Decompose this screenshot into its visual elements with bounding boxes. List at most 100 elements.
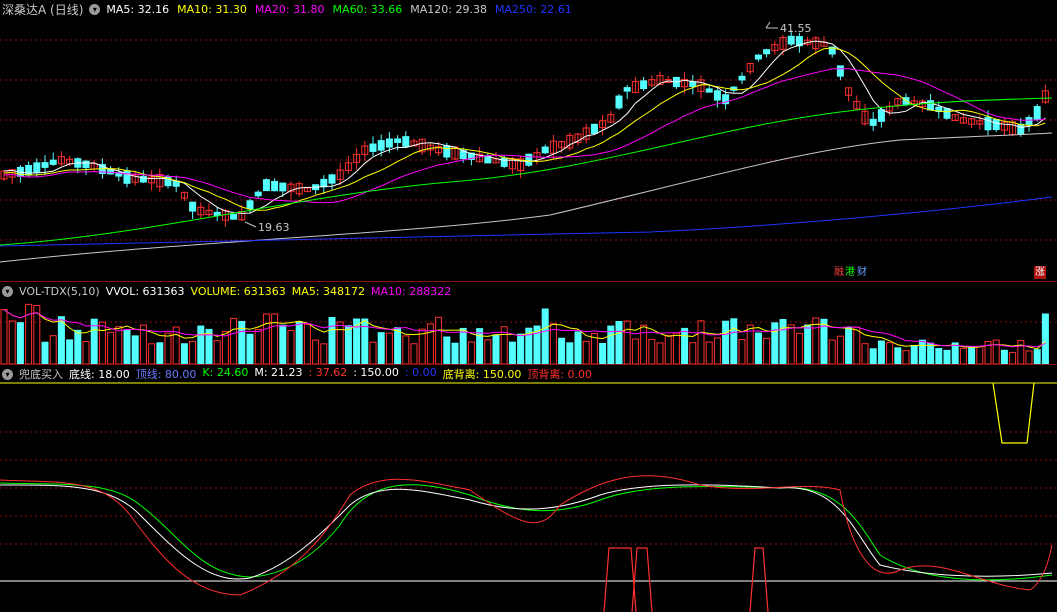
volume-label-0: VVOL: 631363 xyxy=(105,284,185,298)
volume-bar xyxy=(795,332,803,364)
volume-bar xyxy=(664,334,672,364)
candle-body xyxy=(394,138,402,143)
volume-bar xyxy=(1009,351,1017,364)
volume-header: ▾ VOL-TDX(5,10) VVOL: 631363 VOLUME: 6313… xyxy=(0,282,451,300)
volume-bar xyxy=(1041,313,1049,364)
candle-body xyxy=(328,174,336,184)
ma-label-1: MA10: 31.30 xyxy=(177,2,247,16)
low-marker-arrow xyxy=(244,221,257,228)
volume-bar xyxy=(492,334,500,364)
indicator-label-0: 底线: 18.00 xyxy=(69,368,130,381)
volume-bar xyxy=(992,339,1000,364)
volume-bar xyxy=(976,345,984,364)
volume-bar xyxy=(615,320,623,364)
volume-bar xyxy=(230,317,238,364)
indicator-label-8: 顶背离: 0.00 xyxy=(527,368,593,381)
volume-bar xyxy=(804,324,812,364)
volume-title: VOL-TDX(5,10) xyxy=(19,284,100,298)
candle-body xyxy=(246,200,254,210)
signal-spike xyxy=(749,547,769,612)
settings-circle-icon[interactable]: ▾ xyxy=(2,368,13,380)
ma-label-2: MA20: 31.80 xyxy=(254,2,325,16)
candle-body xyxy=(590,123,598,134)
candle-body xyxy=(738,75,746,81)
volume-bar xyxy=(189,340,197,364)
ma250-line xyxy=(0,196,1053,247)
volume-bar xyxy=(394,327,402,364)
candle-body xyxy=(320,178,328,188)
volume-bar xyxy=(681,327,689,364)
volume-bar xyxy=(435,316,443,364)
volume-bar xyxy=(123,329,131,364)
indicator-panel[interactable]: ▾ 兜底买入 底线: 18.00 顶线: 80.00 K: 24.60 M: 21.2… xyxy=(0,365,1057,612)
rise-badge[interactable]: 涨 xyxy=(1034,266,1046,279)
volume-bar xyxy=(66,339,74,364)
candle-body xyxy=(525,153,533,166)
volume-bar xyxy=(213,340,221,364)
volume-bar xyxy=(656,342,664,364)
hk-connect-badge[interactable]: 港 xyxy=(844,266,856,279)
volume-bar xyxy=(74,329,82,364)
m-line xyxy=(0,484,1053,580)
volume-bar xyxy=(771,322,779,364)
indicator-label-7: 底背离: 150.00 xyxy=(442,368,522,381)
candle-body xyxy=(754,54,762,60)
volume-bar xyxy=(582,340,590,364)
volume-bar xyxy=(279,324,287,364)
ma-label-5: MA250: 22.61 xyxy=(494,2,572,16)
candle-body xyxy=(869,118,877,126)
price-panel[interactable]: 41.55 19.63 深桑达A (日线) ▾ MA5: 32.16 MA10: 3… xyxy=(0,0,1057,280)
indicator-label-4: : 37.62 xyxy=(308,366,348,379)
candle-body xyxy=(271,180,279,192)
indicator-title: 兜底买入 xyxy=(19,368,63,381)
candle-body xyxy=(230,214,238,220)
volume-bar xyxy=(16,322,24,364)
volume-bar xyxy=(508,341,516,364)
candle-body xyxy=(82,160,90,169)
volume-bar xyxy=(1025,350,1033,364)
finance-badge[interactable]: 财 xyxy=(856,266,868,279)
ma-label-4: MA120: 29.38 xyxy=(410,2,487,16)
volume-bar xyxy=(828,339,836,364)
volume-bar xyxy=(164,332,172,364)
volume-bar xyxy=(287,330,295,364)
candle-body xyxy=(787,35,795,45)
candle-body xyxy=(927,100,935,111)
settings-circle-icon[interactable]: ▾ xyxy=(2,285,13,297)
volume-bar xyxy=(910,344,918,364)
indicator-header: ▾ 兜底买入 底线: 18.00 顶线: 80.00 K: 24.60 M: 21.2… xyxy=(0,365,592,383)
indicator-chart[interactable] xyxy=(0,365,1057,612)
candle-body xyxy=(615,95,623,109)
candle-body xyxy=(41,162,49,168)
volume-bar xyxy=(836,335,844,364)
volume-bar xyxy=(697,320,705,364)
volume-bar xyxy=(623,320,631,364)
volume-bar xyxy=(410,343,418,364)
signal-spike xyxy=(603,547,637,612)
volume-bar xyxy=(853,326,861,364)
volume-bar xyxy=(1033,349,1041,364)
candle-body xyxy=(377,140,385,151)
volume-bar xyxy=(49,335,57,364)
high-marker-label: 41.55 xyxy=(780,22,812,35)
volume-bar xyxy=(426,323,434,364)
candlestick-chart[interactable]: 41.55 19.63 xyxy=(0,0,1057,280)
volume-bar xyxy=(303,323,311,364)
candle-body xyxy=(623,87,631,92)
volume-panel[interactable]: ▾ VOL-TDX(5,10) VVOL: 631363 VOLUME: 6313… xyxy=(0,282,1057,364)
candle-body xyxy=(992,119,1000,131)
settings-circle-icon[interactable]: ▾ xyxy=(89,3,101,15)
ma-label-0: MA5: 32.16 xyxy=(106,2,170,16)
volume-bar xyxy=(705,341,713,364)
candle-body xyxy=(836,65,844,77)
candle-body xyxy=(123,170,131,184)
volume-bar xyxy=(369,341,377,364)
candle-body xyxy=(254,191,262,197)
volume-bar xyxy=(82,340,90,364)
volume-bar xyxy=(295,321,303,364)
volume-bar xyxy=(385,332,393,364)
volume-bar xyxy=(894,347,902,364)
volume-bar xyxy=(943,349,951,364)
volume-bar xyxy=(115,326,123,364)
volume-bar xyxy=(558,337,566,364)
